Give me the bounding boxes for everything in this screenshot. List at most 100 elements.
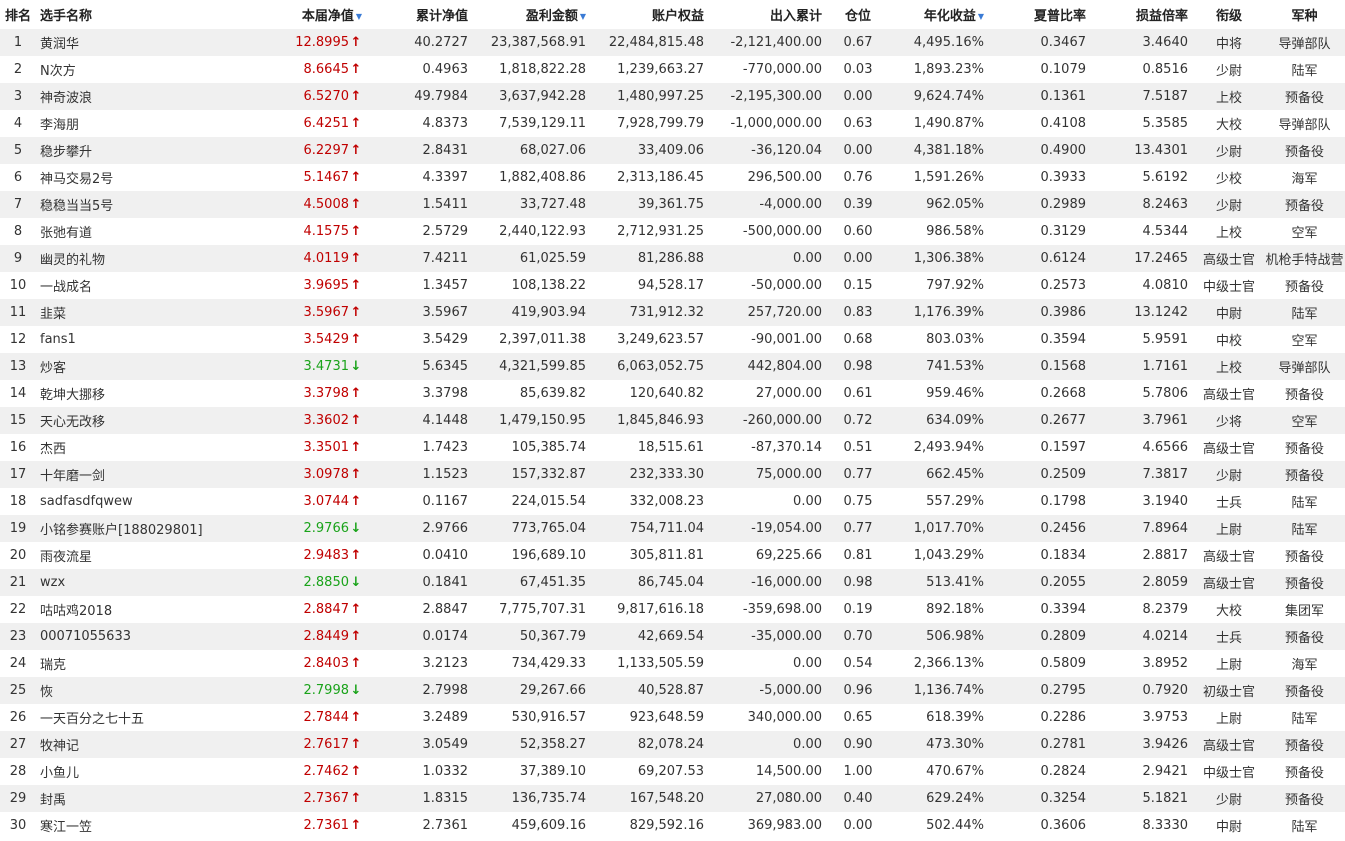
cell-player-name[interactable]: 杰西: [36, 434, 250, 461]
cell-position: 0.51: [828, 434, 888, 461]
arrow-down-icon: ↓: [350, 521, 362, 536]
table-row[interactable]: 27 牧神记 2.7617 ↑ 3.0549 52,358.27 82,078.24 0.00…: [0, 731, 1345, 758]
arrow-up-icon: ↑: [350, 89, 362, 104]
cell-pl-ratio: 3.9426: [1092, 731, 1194, 758]
cell-player-name[interactable]: 稳步攀升: [36, 137, 250, 164]
cell-player-name[interactable]: 一战成名: [36, 272, 250, 299]
table-row[interactable]: 5 稳步攀升 6.2297 ↑ 2.8431 68,027.06 33,409.06 -36,…: [0, 137, 1345, 164]
header-equity[interactable]: 账户权益: [592, 0, 710, 29]
header-rank-title[interactable]: 衔级: [1194, 0, 1264, 29]
header-branch[interactable]: 军种: [1264, 0, 1345, 29]
cell-player-name[interactable]: 恢: [36, 677, 250, 704]
header-nav[interactable]: 本届净值 ▼: [250, 0, 368, 29]
table-row[interactable]: 30 寒江一笠 2.7361 ↑ 2.7361 459,609.16 829,592.16 3…: [0, 812, 1345, 839]
cell-player-name[interactable]: 一天百分之七十五: [36, 704, 250, 731]
cell-player-name[interactable]: 炒客: [36, 353, 250, 380]
table-row[interactable]: 25 恢 2.7998 ↓ 2.7998 29,267.66 40,528.87 -5,000…: [0, 677, 1345, 704]
cell-player-name[interactable]: 寒江一笠: [36, 812, 250, 839]
arrow-up-icon: ↑: [350, 251, 362, 266]
table-row[interactable]: 16 杰西 3.3501 ↑ 1.7423 105,385.74 18,515.61 -87,…: [0, 434, 1345, 461]
cell-sharpe: 0.2456: [990, 515, 1092, 542]
table-row[interactable]: 13 炒客 3.4731 ↓ 5.6345 4,321,599.85 6,063,052.7…: [0, 353, 1345, 380]
cell-player-name[interactable]: 00071055633: [36, 623, 250, 650]
cell-player-name[interactable]: 韭菜: [36, 299, 250, 326]
cell-player-name[interactable]: 封禹: [36, 785, 250, 812]
cell-player-name[interactable]: 神奇波浪: [36, 83, 250, 110]
sort-down-triangle-icon[interactable]: ▼: [356, 12, 362, 21]
cell-player-name[interactable]: 咕咕鸡2018: [36, 596, 250, 623]
cell-player-name[interactable]: 瑞克: [36, 650, 250, 677]
cell-player-name[interactable]: 牧神记: [36, 731, 250, 758]
table-row[interactable]: 22 咕咕鸡2018 2.8847 ↑ 2.8847 7,775,707.31 9,817,…: [0, 596, 1345, 623]
cell-pl-ratio: 2.8059: [1092, 569, 1194, 596]
table-row[interactable]: 24 瑞克 2.8403 ↑ 3.2123 734,429.33 1,133,505.59 0…: [0, 650, 1345, 677]
table-row[interactable]: 29 封禹 2.7367 ↑ 1.8315 136,735.74 167,548.20 27,…: [0, 785, 1345, 812]
header-row: 排名 选手名称 本届净值 ▼ 累计净值 盈利金额 ▼ 账户权益 出入累计 仓位 年化…: [0, 0, 1345, 29]
table-row[interactable]: 8 张弛有道 4.1575 ↑ 2.5729 2,440,122.93 2,712,931.…: [0, 218, 1345, 245]
cell-player-name[interactable]: fans1: [36, 326, 250, 353]
table-row[interactable]: 10 一战成名 3.9695 ↑ 1.3457 108,138.22 94,528.17 -5…: [0, 272, 1345, 299]
sort-down-triangle-icon[interactable]: ▼: [978, 12, 984, 21]
cell-cum-nav: 4.8373: [368, 110, 474, 137]
cell-player-name[interactable]: 神马交易2号: [36, 164, 250, 191]
cell-equity: 40,528.87: [592, 677, 710, 704]
header-cum-nav[interactable]: 累计净值: [368, 0, 474, 29]
cell-profit: 7,539,129.11: [474, 110, 592, 137]
cell-player-name[interactable]: 十年磨一剑: [36, 461, 250, 488]
table-row[interactable]: 14 乾坤大挪移 3.3798 ↑ 3.3798 85,639.82 120,640.82 2…: [0, 380, 1345, 407]
table-row[interactable]: 19 小铭参赛账户[188029801] 2.9766 ↓ 2.9766 773,765.…: [0, 515, 1345, 542]
cell-player-name[interactable]: wzx: [36, 569, 250, 596]
cell-player-name[interactable]: 稳稳当当5号: [36, 191, 250, 218]
table-row[interactable]: 18 sadfasdfqwew 3.0744 ↑ 0.1167 224,015.54 332…: [0, 488, 1345, 515]
cell-player-name[interactable]: 天心无改移: [36, 407, 250, 434]
table-row[interactable]: 23 00071055633 2.8449 ↑ 0.0174 50,367.79 42,66…: [0, 623, 1345, 650]
cell-rank: 20: [0, 542, 36, 569]
header-profit[interactable]: 盈利金额 ▼: [474, 0, 592, 29]
nav-value: 6.4251: [303, 116, 350, 131]
cell-rank: 1: [0, 29, 36, 56]
cell-position: 1.00: [828, 758, 888, 785]
cell-player-name[interactable]: 黄润华: [36, 29, 250, 56]
arrow-up-icon: ↑: [350, 764, 362, 779]
table-row[interactable]: 12 fans1 3.5429 ↑ 3.5429 2,397,011.38 3,249,62…: [0, 326, 1345, 353]
cell-player-name[interactable]: 小鱼儿: [36, 758, 250, 785]
table-row[interactable]: 9 幽灵的礼物 4.0119 ↑ 7.4211 61,025.59 81,286.88 0.0…: [0, 245, 1345, 272]
table-row[interactable]: 21 wzx 2.8850 ↓ 0.1841 67,451.35 86,745.04 -16,…: [0, 569, 1345, 596]
table-row[interactable]: 20 雨夜流星 2.9483 ↑ 0.0410 196,689.10 305,811.81 6…: [0, 542, 1345, 569]
table-row[interactable]: 4 李海朋 6.4251 ↑ 4.8373 7,539,129.11 7,928,799.7…: [0, 110, 1345, 137]
header-annual[interactable]: 年化收益 ▼: [888, 0, 990, 29]
table-row[interactable]: 2 N次方 8.6645 ↑ 0.4963 1,818,822.28 1,239,663.2…: [0, 56, 1345, 83]
cell-profit: 50,367.79: [474, 623, 592, 650]
table-row[interactable]: 17 十年磨一剑 3.0978 ↑ 1.1523 157,332.87 232,333.30…: [0, 461, 1345, 488]
cell-player-name[interactable]: 乾坤大挪移: [36, 380, 250, 407]
cell-player-name[interactable]: 雨夜流星: [36, 542, 250, 569]
cell-sharpe: 0.3594: [990, 326, 1092, 353]
table-row[interactable]: 1 黄润华 12.8995 ↑ 40.2727 23,387,568.91 22,484,8…: [0, 29, 1345, 56]
header-sharpe[interactable]: 夏普比率: [990, 0, 1092, 29]
cell-player-name[interactable]: 李海朋: [36, 110, 250, 137]
header-pl-ratio[interactable]: 损益倍率: [1092, 0, 1194, 29]
header-position[interactable]: 仓位: [828, 0, 888, 29]
cell-player-name[interactable]: 张弛有道: [36, 218, 250, 245]
table-row[interactable]: 26 一天百分之七十五 2.7844 ↑ 3.2489 530,916.57 923,648…: [0, 704, 1345, 731]
cell-player-name[interactable]: N次方: [36, 56, 250, 83]
header-rank[interactable]: 排名: [0, 0, 36, 29]
cell-branch: 机枪手特战营: [1264, 245, 1345, 272]
cell-equity: 39,361.75: [592, 191, 710, 218]
cell-profit: 224,015.54: [474, 488, 592, 515]
cell-inout: -4,000.00: [710, 191, 828, 218]
cell-cum-nav: 2.5729: [368, 218, 474, 245]
table-row[interactable]: 6 神马交易2号 5.1467 ↑ 4.3397 1,882,408.86 2,313,18…: [0, 164, 1345, 191]
table-row[interactable]: 15 天心无改移 3.3602 ↑ 4.1448 1,479,150.95 1,845,84…: [0, 407, 1345, 434]
cell-player-name[interactable]: 小铭参赛账户[188029801]: [36, 515, 250, 542]
table-row[interactable]: 28 小鱼儿 2.7462 ↑ 1.0332 37,389.10 69,207.53 14,5…: [0, 758, 1345, 785]
cell-player-name[interactable]: 幽灵的礼物: [36, 245, 250, 272]
sort-down-triangle-icon[interactable]: ▼: [580, 12, 586, 21]
header-name[interactable]: 选手名称: [36, 0, 250, 29]
header-inout[interactable]: 出入累计: [710, 0, 828, 29]
cell-annual: 1,136.74%: [888, 677, 990, 704]
table-row[interactable]: 7 稳稳当当5号 4.5008 ↑ 1.5411 33,727.48 39,361.75 -4…: [0, 191, 1345, 218]
cell-player-name[interactable]: sadfasdfqwew: [36, 488, 250, 515]
table-row[interactable]: 3 神奇波浪 6.5270 ↑ 49.7984 3,637,942.28 1,480,997…: [0, 83, 1345, 110]
table-row[interactable]: 11 韭菜 3.5967 ↑ 3.5967 419,903.94 731,912.32 257…: [0, 299, 1345, 326]
